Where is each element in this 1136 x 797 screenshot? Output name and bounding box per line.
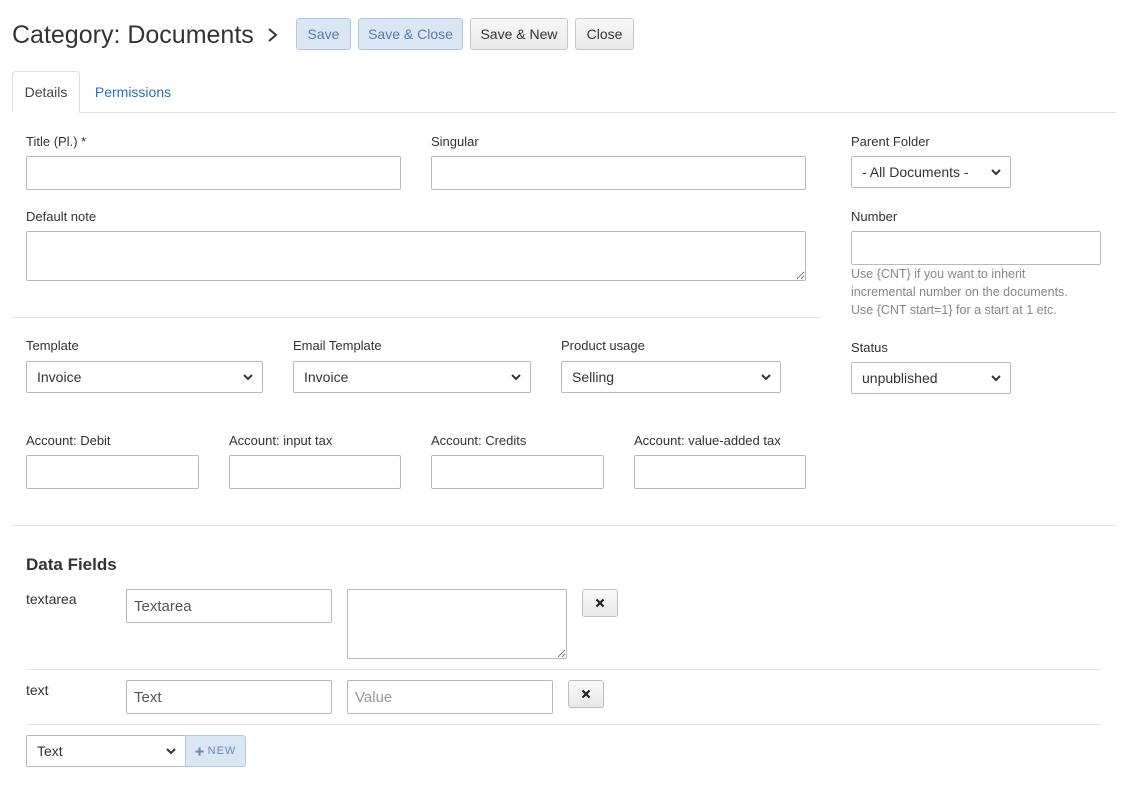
save-close-button[interactable]: Save & Close <box>358 18 463 50</box>
data-field-type-label: text <box>26 682 49 698</box>
data-field-value-textarea[interactable] <box>347 589 567 659</box>
chevron-down-icon <box>991 375 1001 382</box>
parent-folder-label: Parent Folder <box>851 134 930 149</box>
divider <box>12 525 1116 526</box>
chevron-down-icon <box>511 374 521 381</box>
save-button[interactable]: Save <box>296 18 351 50</box>
account-debit-label: Account: Debit <box>26 433 111 448</box>
chevron-right-icon <box>268 28 278 42</box>
account-debit-input[interactable] <box>26 455 199 489</box>
email-template-label: Email Template <box>293 338 382 353</box>
product-usage-select[interactable]: Selling <box>561 361 781 393</box>
email-template-value: Invoice <box>304 369 349 385</box>
close-icon <box>581 689 591 699</box>
save-new-button[interactable]: Save & New <box>470 18 568 50</box>
singular-label: Singular <box>431 134 479 149</box>
new-field-type-value: Text <box>37 743 63 759</box>
data-field-name-input[interactable] <box>126 680 332 714</box>
parent-folder-select[interactable]: - All Documents - <box>851 156 1011 188</box>
account-vat-label: Account: value-added tax <box>634 433 781 448</box>
number-hint-line: Use {CNT} if you want to inherit <box>851 267 1026 281</box>
remove-field-button[interactable] <box>582 589 618 617</box>
template-value: Invoice <box>37 369 82 385</box>
chevron-down-icon <box>991 169 1001 176</box>
close-button[interactable]: Close <box>575 18 634 50</box>
default-note-textarea[interactable] <box>26 231 806 281</box>
title-input[interactable] <box>26 156 401 190</box>
tab-permissions[interactable]: Permissions <box>84 71 182 113</box>
number-hint: Use {CNT} if you want to inherit increme… <box>851 265 1068 319</box>
data-field-name-input[interactable] <box>126 589 332 623</box>
data-fields-title: Data Fields <box>26 555 117 574</box>
number-label: Number <box>851 209 898 224</box>
account-input-tax-input[interactable] <box>229 455 401 489</box>
number-input[interactable] <box>851 231 1101 265</box>
chevron-down-icon <box>243 374 253 381</box>
default-note-label: Default note <box>26 209 97 224</box>
email-template-select[interactable]: Invoice <box>293 361 531 393</box>
status-value: unpublished <box>862 370 938 386</box>
account-credits-input[interactable] <box>431 455 604 489</box>
remove-field-button[interactable] <box>568 680 604 708</box>
data-field-type-label: textarea <box>26 591 77 607</box>
chevron-down-icon <box>166 748 176 755</box>
divider <box>12 317 821 318</box>
account-input-tax-label: Account: input tax <box>229 433 333 448</box>
divider <box>26 724 1101 725</box>
number-hint-line: incremental number on the documents. <box>851 285 1068 299</box>
status-label: Status <box>851 340 888 355</box>
new-field-type-select[interactable]: Text <box>26 735 186 767</box>
chevron-down-icon <box>761 374 771 381</box>
tab-details[interactable]: Details <box>12 71 80 113</box>
divider <box>26 669 1101 670</box>
title-label: Title (Pl.) * <box>26 134 87 149</box>
close-icon <box>595 598 605 608</box>
template-label: Template <box>26 338 79 353</box>
template-select[interactable]: Invoice <box>26 361 263 393</box>
data-field-value-input[interactable] <box>347 680 553 714</box>
page-title: Category: Documents <box>12 21 254 49</box>
singular-input[interactable] <box>431 156 806 190</box>
add-field-button[interactable]: NEW <box>185 735 246 767</box>
plus-icon <box>195 747 204 755</box>
parent-folder-value: - All Documents - <box>862 164 969 180</box>
product-usage-label: Product usage <box>561 338 645 353</box>
add-field-label: NEW <box>207 745 237 757</box>
status-select[interactable]: unpublished <box>851 362 1011 394</box>
account-vat-input[interactable] <box>634 455 806 489</box>
product-usage-value: Selling <box>572 369 615 385</box>
account-credits-label: Account: Credits <box>431 433 527 448</box>
number-hint-line: Use {CNT start=1} for a start at 1 etc. <box>851 303 1057 317</box>
